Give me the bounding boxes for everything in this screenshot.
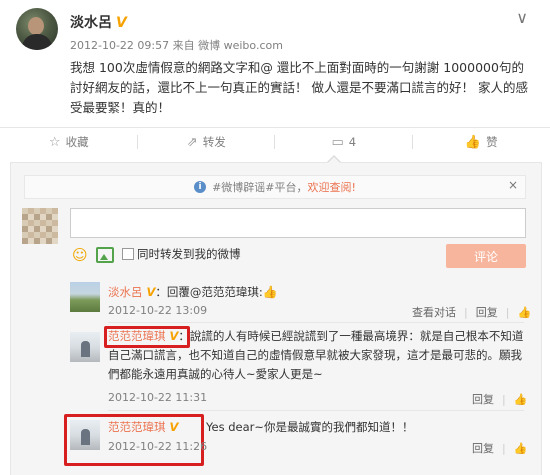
comment-text: ：回覆@范范范瑋琪: bbox=[155, 285, 262, 299]
info-icon: i bbox=[194, 181, 206, 193]
comment-count: 4 bbox=[349, 135, 356, 149]
favorite-button[interactable]: ☆ 收藏 bbox=[0, 128, 138, 156]
comment-time: 2012-10-22 11:31 bbox=[108, 391, 207, 404]
comment-2: 范范范瑋琪V：說謊的人有時候已經說謊到了一種最高境界：就是自己根本不知道自己滿口… bbox=[108, 327, 524, 384]
comment-actions: 回复|👍 bbox=[472, 440, 527, 456]
action-bar: ☆收藏 ⇗转发 ▭4 👍赞 bbox=[0, 128, 550, 156]
author-name-text[interactable]: 淡水呂 bbox=[70, 15, 112, 31]
reply-link[interactable]: 回复 bbox=[472, 442, 494, 455]
post-meta: 2012-10-22 09:57 来自 微博 weibo.com bbox=[70, 37, 283, 53]
like-button[interactable]: 👍赞 bbox=[413, 128, 550, 156]
like-label: 赞 bbox=[486, 134, 498, 150]
close-icon[interactable]: × bbox=[508, 178, 518, 192]
author-name[interactable]: 淡水呂V bbox=[70, 12, 127, 32]
comment-actions: 回复|👍 bbox=[472, 391, 527, 407]
thumb-up-icon: 👍 bbox=[465, 135, 481, 150]
view-conversation-link[interactable]: 查看对话 bbox=[412, 306, 456, 319]
thumb-up-icon[interactable]: 👍 bbox=[514, 442, 528, 455]
reply-link[interactable]: 回复 bbox=[476, 306, 498, 319]
submit-comment-button[interactable]: 评论 bbox=[446, 244, 526, 268]
emoji-icon[interactable]: ☺ bbox=[72, 246, 88, 264]
thumb-up-icon[interactable]: 👍 bbox=[517, 306, 531, 319]
comment-actions: 查看对话|回复|👍 bbox=[412, 304, 531, 320]
comment-time: 2012-10-22 13:09 bbox=[108, 304, 207, 317]
star-icon: ☆ bbox=[49, 135, 61, 150]
comment-1: 淡水呂V：回覆@范范范瑋琪:👍 bbox=[108, 283, 278, 302]
avatar-body bbox=[22, 34, 52, 50]
divider bbox=[108, 322, 524, 323]
avatar-face bbox=[28, 17, 44, 35]
commenter-name[interactable]: 淡水呂 bbox=[108, 285, 143, 299]
thumb-up-icon: 👍 bbox=[263, 283, 278, 302]
comment-time: 2012-10-22 11:26 bbox=[108, 440, 207, 453]
comment-input[interactable] bbox=[70, 208, 526, 238]
notice-text: #微博辟谣#平台， bbox=[212, 179, 307, 195]
avatar-figure bbox=[81, 341, 90, 357]
viewer-avatar bbox=[22, 208, 58, 244]
verified-badge-icon: V bbox=[170, 418, 179, 437]
image-icon[interactable] bbox=[96, 247, 114, 263]
repost-checkbox-label[interactable]: 同时转发到我的微博 bbox=[137, 246, 241, 262]
post-text: 我想 100次虛情假意的網路文字和@ 還比不上面對面時的一句謝謝 1000000… bbox=[70, 58, 530, 118]
commenter-name[interactable]: 范范范瑋琪 bbox=[108, 329, 166, 343]
verified-badge-icon: V bbox=[116, 15, 127, 31]
commenter-avatar[interactable] bbox=[70, 332, 100, 362]
comment-3-author: 范范范瑋琪 V bbox=[108, 418, 178, 437]
repost-checkbox[interactable] bbox=[122, 248, 134, 260]
comment-button[interactable]: ▭4 bbox=[275, 128, 413, 156]
reply-link[interactable]: 回复 bbox=[472, 393, 494, 406]
commenter-avatar[interactable] bbox=[70, 282, 100, 312]
thumb-up-icon[interactable]: 👍 bbox=[514, 393, 528, 406]
chevron-down-icon[interactable]: ∨ bbox=[516, 8, 528, 27]
author-avatar[interactable] bbox=[16, 8, 58, 50]
rumor-notice: i #微博辟谣#平台， 欢迎查阅! bbox=[24, 175, 526, 199]
notice-link[interactable]: 欢迎查阅! bbox=[308, 179, 356, 195]
repost-label: 转发 bbox=[203, 134, 226, 150]
commenter-name[interactable]: 范范范瑋琪 bbox=[108, 420, 166, 434]
commenter-avatar[interactable] bbox=[70, 420, 100, 450]
comment-icon: ▭ bbox=[331, 135, 343, 150]
repost-button[interactable]: ⇗ 转发 bbox=[138, 128, 276, 156]
comment-text: Yes dear~你是最誠實的我們都知道！！ bbox=[206, 418, 414, 437]
avatar-figure bbox=[81, 429, 90, 445]
favorite-label: 收藏 bbox=[66, 134, 89, 150]
panel-caret-fill bbox=[328, 157, 340, 163]
share-icon: ⇗ bbox=[187, 135, 198, 150]
divider bbox=[108, 410, 524, 411]
